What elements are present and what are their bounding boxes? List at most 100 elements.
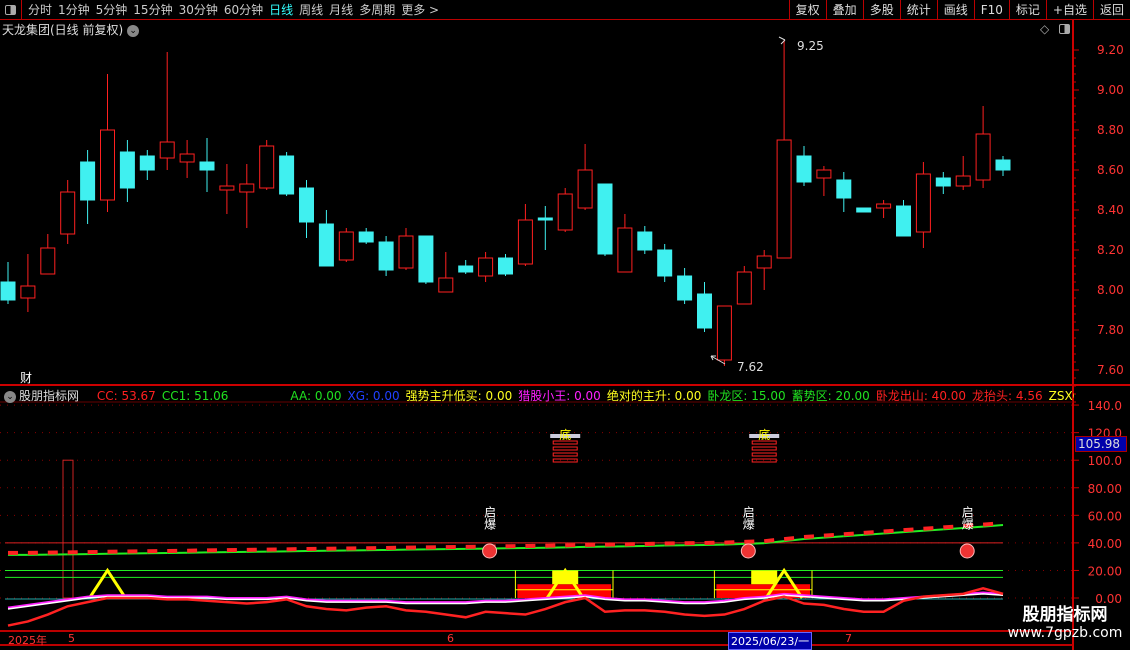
candle xyxy=(20,285,36,299)
candle xyxy=(179,153,195,163)
candle xyxy=(935,177,951,187)
indicator-tick: 140.0 xyxy=(1088,399,1122,413)
candle xyxy=(498,257,513,275)
candle xyxy=(677,275,693,301)
burst-ball-icon xyxy=(959,543,975,559)
burst-ball-icon xyxy=(740,543,756,559)
indicator-header: ⌄ 股朋指标网 CC: 53.67 CC1: 51.06 AA: 0.00 XG: 0.… xyxy=(4,387,1074,404)
date-axis: 2025年 5 6 2025/06/23/一 7 xyxy=(0,630,1073,650)
price-tick: 9.20 xyxy=(1097,43,1124,57)
burst-marker: 启爆 xyxy=(741,506,755,531)
candle xyxy=(0,281,16,301)
indicator-tick: 40.00 xyxy=(1088,537,1122,551)
price-tick: 8.00 xyxy=(1097,283,1124,297)
price-tick: 8.60 xyxy=(1097,163,1124,177)
candle xyxy=(478,257,494,277)
price-tick: 7.60 xyxy=(1097,363,1124,377)
bottom-stripe xyxy=(751,452,777,457)
kline-chart: 9.20 9.00 8.80 8.60 8.40 8.20 8.00 7.80 7.60 9.25… xyxy=(0,20,1130,650)
candle xyxy=(80,161,96,201)
indicator-value: ZSXG: 0.00 xyxy=(1048,389,1074,403)
candle xyxy=(338,231,354,261)
price-tick: 9.00 xyxy=(1097,83,1124,97)
candle xyxy=(856,207,872,213)
candle xyxy=(398,235,414,269)
chevron-down-icon[interactable]: ⌄ xyxy=(4,390,16,403)
candle xyxy=(139,155,155,171)
candle xyxy=(239,183,255,193)
selected-date: 2025/06/23/一 xyxy=(728,632,813,650)
candle xyxy=(876,203,892,209)
indicator-value: 龙抬头: 4.56 xyxy=(972,389,1043,403)
bottom-stripe xyxy=(751,440,777,445)
low-price-label: 7.62 xyxy=(737,360,764,374)
bottom-stripe xyxy=(751,446,777,451)
candle xyxy=(259,145,275,189)
indicator-tick: 100.0 xyxy=(1088,454,1122,468)
indicator-value: 卧龙出山: 40.00 xyxy=(875,389,967,403)
indicator-value: 卧龙区: 15.00 xyxy=(707,389,786,403)
candle xyxy=(458,265,474,273)
burst-ball-icon xyxy=(482,543,498,559)
candle xyxy=(697,293,712,329)
cc-line xyxy=(763,538,775,544)
candle xyxy=(597,183,613,255)
triangle-signal xyxy=(88,567,127,599)
candle xyxy=(637,231,653,251)
indicator-value: CC: 53.67 xyxy=(96,389,156,403)
candle xyxy=(100,129,115,201)
watermark: 股朋指标网 www.7gpzb.com xyxy=(1007,605,1123,641)
price-tick: 8.20 xyxy=(1097,243,1124,257)
candle xyxy=(537,217,553,221)
indicator-tick: 80.00 xyxy=(1088,482,1122,496)
burst-marker: 启爆 xyxy=(483,506,497,531)
cc-line xyxy=(783,536,795,542)
bottom-stripe xyxy=(552,452,578,457)
indicator-value: 蓄势区: 20.00 xyxy=(791,389,870,403)
indicator-name[interactable]: 股朋指标网 xyxy=(19,389,79,403)
price-tick: 8.80 xyxy=(1097,123,1124,137)
cc-line xyxy=(903,527,914,533)
bottom-stripe xyxy=(751,458,777,463)
indicator-value: 猎股小王: 0.00 xyxy=(518,389,601,403)
candle xyxy=(577,169,593,209)
candle xyxy=(199,161,215,171)
indicator-value: CC1: 51.06 xyxy=(161,389,229,403)
high-price-label: 9.25 xyxy=(797,39,824,53)
candle xyxy=(159,141,175,159)
candle xyxy=(995,159,1011,171)
candle xyxy=(358,231,374,243)
indicator-value: AA: 0.00 xyxy=(290,389,342,403)
candle xyxy=(40,247,56,275)
indicator-value: XG: 0.00 xyxy=(347,389,400,403)
cc-line xyxy=(803,534,815,540)
cc-line xyxy=(943,524,954,530)
candle xyxy=(955,175,971,187)
candle xyxy=(219,185,235,191)
bottom-stripe xyxy=(552,458,578,463)
candle xyxy=(756,255,772,269)
candle xyxy=(716,305,732,361)
red-oscillator-line xyxy=(7,587,1004,627)
indicator-value: 绝对的主升: 0.00 xyxy=(606,389,702,403)
indicator-value: 强势主升低买: 0.00 xyxy=(405,389,513,403)
date-month: 7 xyxy=(845,632,852,645)
candle xyxy=(796,155,812,183)
cc-line xyxy=(982,521,994,527)
candle xyxy=(915,173,931,233)
candle xyxy=(776,139,792,259)
indicator-tick: 20.00 xyxy=(1088,564,1122,578)
candle xyxy=(557,193,573,231)
date-year: 2025年 xyxy=(8,634,47,647)
candle xyxy=(60,191,76,235)
cc-line xyxy=(843,531,854,537)
candle xyxy=(299,187,314,223)
bottom-stripe xyxy=(552,440,578,445)
candle xyxy=(657,249,673,277)
price-tick: 7.80 xyxy=(1097,323,1124,337)
finance-marker: 财 xyxy=(20,371,32,385)
cc-line xyxy=(863,530,874,535)
bottom-stripe xyxy=(552,446,578,451)
candle xyxy=(517,219,533,265)
candle xyxy=(119,151,135,189)
